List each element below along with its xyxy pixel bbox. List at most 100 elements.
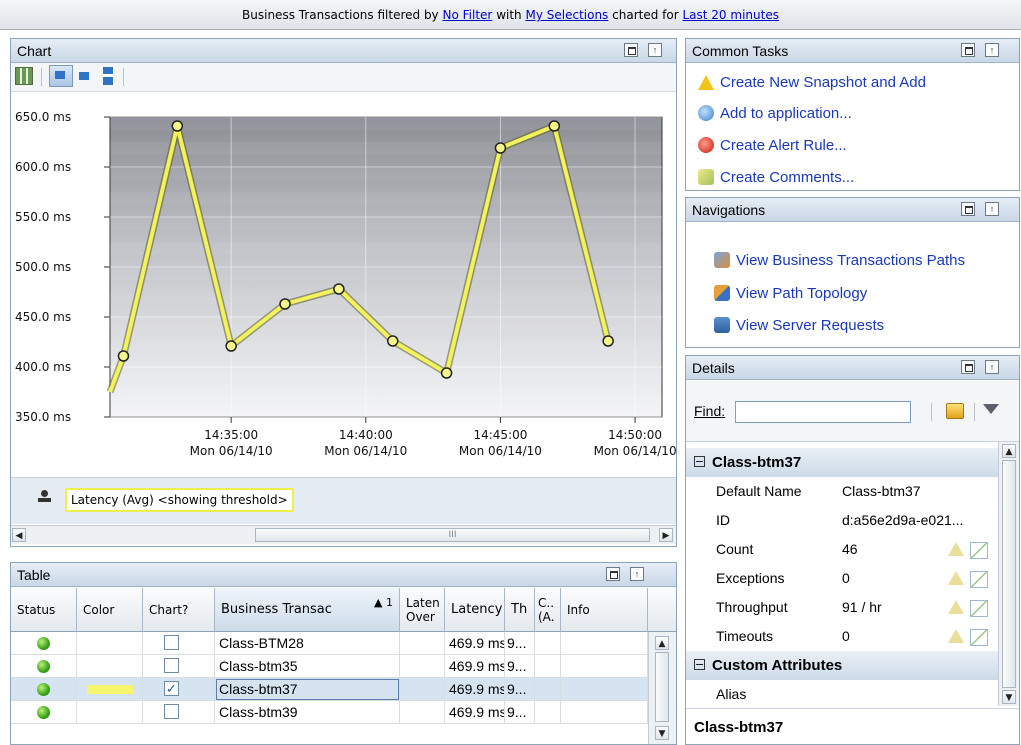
task-add-to-application[interactable]: Add to application... [698, 103, 852, 125]
column-header-count[interactable]: C.. (A. [535, 588, 561, 632]
table-row[interactable]: Class-btm35 469.9 ms 9... [11, 655, 648, 678]
chart-legend-bar: Latency (Avg) <showing threshold> [11, 477, 676, 524]
details-pin-button[interactable]: ↑ [985, 360, 999, 374]
scroll-up-icon[interactable]: ▲ [1002, 444, 1016, 458]
chart-single-view-icon[interactable] [79, 72, 89, 80]
x-tick-date-label: Mon 06/14/10 [594, 444, 676, 458]
table-row[interactable]: Class-btm39 469.9 ms 9... [11, 701, 648, 724]
x-tick-time-label: 14:35:00 [204, 428, 258, 442]
table-vertical-scrollbar[interactable]: ▲ ▼ [648, 632, 676, 744]
color-cell[interactable] [77, 655, 143, 678]
property-label: Throughput [716, 599, 788, 615]
table-row[interactable]: Class-BTM28 469.9 ms 9... [11, 632, 648, 655]
trend-chart-icon[interactable] [970, 571, 988, 588]
column-header-latency-over[interactable]: Laten Over [400, 588, 445, 632]
tasks-maximize-button[interactable] [961, 43, 975, 57]
data-point [386, 335, 399, 347]
scroll-left-icon[interactable]: ◀ [12, 528, 26, 542]
chart-checkbox-checked[interactable]: ✓ [164, 681, 179, 696]
column-header-latency[interactable]: Latency [445, 588, 505, 632]
task-create-snapshot[interactable]: Create New Snapshot and Add [698, 72, 926, 94]
count-cell [535, 655, 561, 678]
details-section-header[interactable]: − Class-btm37 [686, 448, 998, 477]
details-section-header[interactable]: − Custom Attributes [686, 651, 998, 680]
chart-cell [143, 701, 215, 724]
color-cell[interactable] [77, 632, 143, 655]
threshold-warning-icon[interactable] [948, 629, 964, 643]
details-header: Details ↑ [686, 356, 1019, 380]
table-maximize-button[interactable] [606, 567, 620, 581]
chart-stacked-view-icon[interactable] [103, 67, 113, 85]
scroll-down-icon[interactable]: ▼ [655, 726, 669, 740]
y-tick-label: 550.0 ms [15, 210, 71, 224]
collapse-icon[interactable]: − [694, 456, 705, 467]
property-label: Default Name [716, 483, 802, 499]
nav-server-requests[interactable]: View Server Requests [714, 315, 884, 337]
color-cell[interactable] [77, 701, 143, 724]
nav-maximize-button[interactable] [961, 202, 975, 216]
chart-scroll-thumb[interactable]: III [255, 528, 650, 542]
data-point [440, 367, 453, 379]
column-header-business-transaction[interactable]: Business Transac ▲ 1 [215, 588, 400, 632]
chart-band [110, 117, 662, 130]
nav-business-transactions-paths[interactable]: View Business Transactions Paths [714, 250, 965, 272]
time-range-link[interactable]: Last 20 minutes [682, 8, 778, 22]
filter-icon[interactable] [983, 404, 999, 414]
task-create-alert-rule[interactable]: Create Alert Rule... [698, 135, 847, 157]
chart-cell [143, 655, 215, 678]
column-header-chart[interactable]: Chart? [143, 588, 215, 632]
threshold-warning-icon[interactable] [948, 571, 964, 585]
column-header-label: Status [17, 602, 56, 617]
legend-item[interactable]: Latency (Avg) <showing threshold> [65, 488, 294, 512]
chart-checkbox[interactable] [164, 704, 179, 719]
column-header-info[interactable]: Info [561, 588, 648, 632]
task-create-comments[interactable]: Create Comments... [698, 167, 854, 189]
trend-chart-icon[interactable] [970, 542, 988, 559]
scroll-down-icon[interactable]: ▼ [1002, 690, 1016, 704]
chart-checkbox[interactable] [164, 635, 179, 650]
column-header-throughput[interactable]: Th [505, 588, 535, 632]
column-header-label: Chart? [149, 602, 189, 617]
table-pin-button[interactable]: ↑ [630, 567, 644, 581]
property-row: ID d:a56e2d9a-e021... [686, 506, 998, 535]
data-point [333, 283, 345, 295]
chart-horizontal-scrollbar[interactable]: ◀ III ▶ [11, 525, 676, 544]
trend-chart-icon[interactable] [970, 629, 988, 646]
chart-pin-button[interactable]: ↑ [648, 43, 662, 57]
navigations-title: Navigations [692, 202, 766, 218]
latency-cell: 469.9 ms [445, 701, 505, 724]
nav-path-topology[interactable]: View Path Topology [714, 283, 867, 305]
color-cell[interactable] [77, 678, 143, 701]
trend-chart-icon[interactable] [970, 600, 988, 617]
chart-maximize-button[interactable] [624, 43, 638, 57]
property-value: 46 [842, 541, 858, 557]
tasks-pin-button[interactable]: ↑ [985, 43, 999, 57]
chart-band [110, 342, 662, 355]
details-vertical-scrollbar[interactable]: ▲ ▼ [998, 442, 1019, 706]
nav-pin-button[interactable]: ↑ [985, 202, 999, 216]
find-input[interactable] [735, 401, 911, 423]
scroll-right-icon[interactable]: ▶ [659, 528, 673, 542]
details-scroll-thumb[interactable] [1002, 460, 1016, 688]
table-scroll-thumb[interactable] [655, 652, 669, 722]
chart-combined-view-icon[interactable] [49, 65, 73, 87]
folder-icon[interactable] [946, 403, 964, 419]
no-filter-link[interactable]: No Filter [443, 8, 493, 22]
chart-band [110, 317, 662, 330]
collapse-icon[interactable]: − [694, 659, 705, 670]
status-cell [11, 678, 77, 701]
column-header-status[interactable]: Status [11, 588, 77, 632]
threshold-warning-icon[interactable] [948, 542, 964, 556]
latency-cell: 469.9 ms [445, 678, 505, 701]
scroll-up-icon[interactable]: ▲ [655, 636, 669, 650]
count-cell [535, 701, 561, 724]
status-ok-icon [37, 706, 50, 719]
business-transaction-cell: Class-btm37 [215, 678, 400, 701]
chart-checkbox[interactable] [164, 658, 179, 673]
chart-grid-view-icon[interactable] [15, 67, 33, 85]
column-header-color[interactable]: Color [77, 588, 143, 632]
my-selections-link[interactable]: My Selections [525, 8, 608, 22]
details-maximize-button[interactable] [961, 360, 975, 374]
table-row-selected[interactable]: ✓ Class-btm37 469.9 ms 9... [11, 678, 648, 701]
threshold-warning-icon[interactable] [948, 600, 964, 614]
